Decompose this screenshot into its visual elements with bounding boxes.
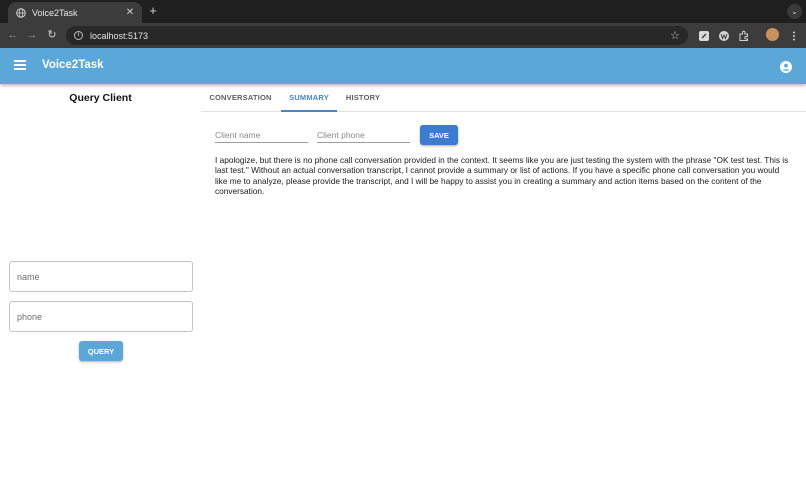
menu-icon[interactable] <box>14 60 26 70</box>
tab-close-icon[interactable]: ✕ <box>124 7 136 18</box>
query-button[interactable]: QUERY <box>79 341 123 361</box>
tab-list-icon[interactable]: ⌄ <box>787 4 802 19</box>
browser-toolbar: ← → ↻ i localhost:5173 ☆ <box>0 23 806 48</box>
name-input[interactable] <box>9 261 193 292</box>
reload-icon[interactable]: ↻ <box>45 28 59 42</box>
browser-tab-title: Voice2Task <box>32 7 78 18</box>
extension-square-icon[interactable] <box>698 29 710 41</box>
tab-conversation[interactable]: CONVERSATION <box>201 86 280 112</box>
app-title: Voice2Task <box>42 59 104 71</box>
address-url[interactable]: localhost:5173 <box>90 31 670 41</box>
client-phone-input[interactable] <box>317 127 410 143</box>
summary-text: I apologize, but there is no phone call … <box>215 155 789 196</box>
query-client-title: Query Client <box>69 92 132 104</box>
extension-w-icon[interactable] <box>718 29 730 41</box>
browser-tab[interactable]: Voice2Task ✕ <box>8 2 142 23</box>
back-arrow-icon[interactable]: ← <box>6 28 20 42</box>
phone-input[interactable] <box>9 301 193 332</box>
puzzle-extensions-icon[interactable] <box>738 29 750 41</box>
browser-tabstrip: Voice2Task ✕ + ⌄ <box>0 0 806 23</box>
client-name-input[interactable] <box>215 127 308 143</box>
save-button[interactable]: SAVE <box>420 125 458 145</box>
profile-avatar-icon[interactable] <box>766 28 779 41</box>
address-bar[interactable]: i localhost:5173 ☆ <box>66 26 688 45</box>
forward-arrow-icon[interactable]: → <box>25 28 39 42</box>
new-tab-icon[interactable]: + <box>146 4 160 18</box>
site-info-icon[interactable]: i <box>74 31 83 40</box>
globe-icon <box>16 7 26 18</box>
more-vertical-icon[interactable] <box>788 29 800 41</box>
tab-history[interactable]: HISTORY <box>337 86 389 112</box>
tab-summary[interactable]: SUMMARY <box>281 86 337 112</box>
tab-bar: CONVERSATION SUMMARY HISTORY <box>201 86 806 112</box>
app-bar: Voice2Task <box>0 48 806 84</box>
bookmark-star-icon[interactable]: ☆ <box>670 29 680 42</box>
account-circle-icon[interactable] <box>780 60 792 73</box>
